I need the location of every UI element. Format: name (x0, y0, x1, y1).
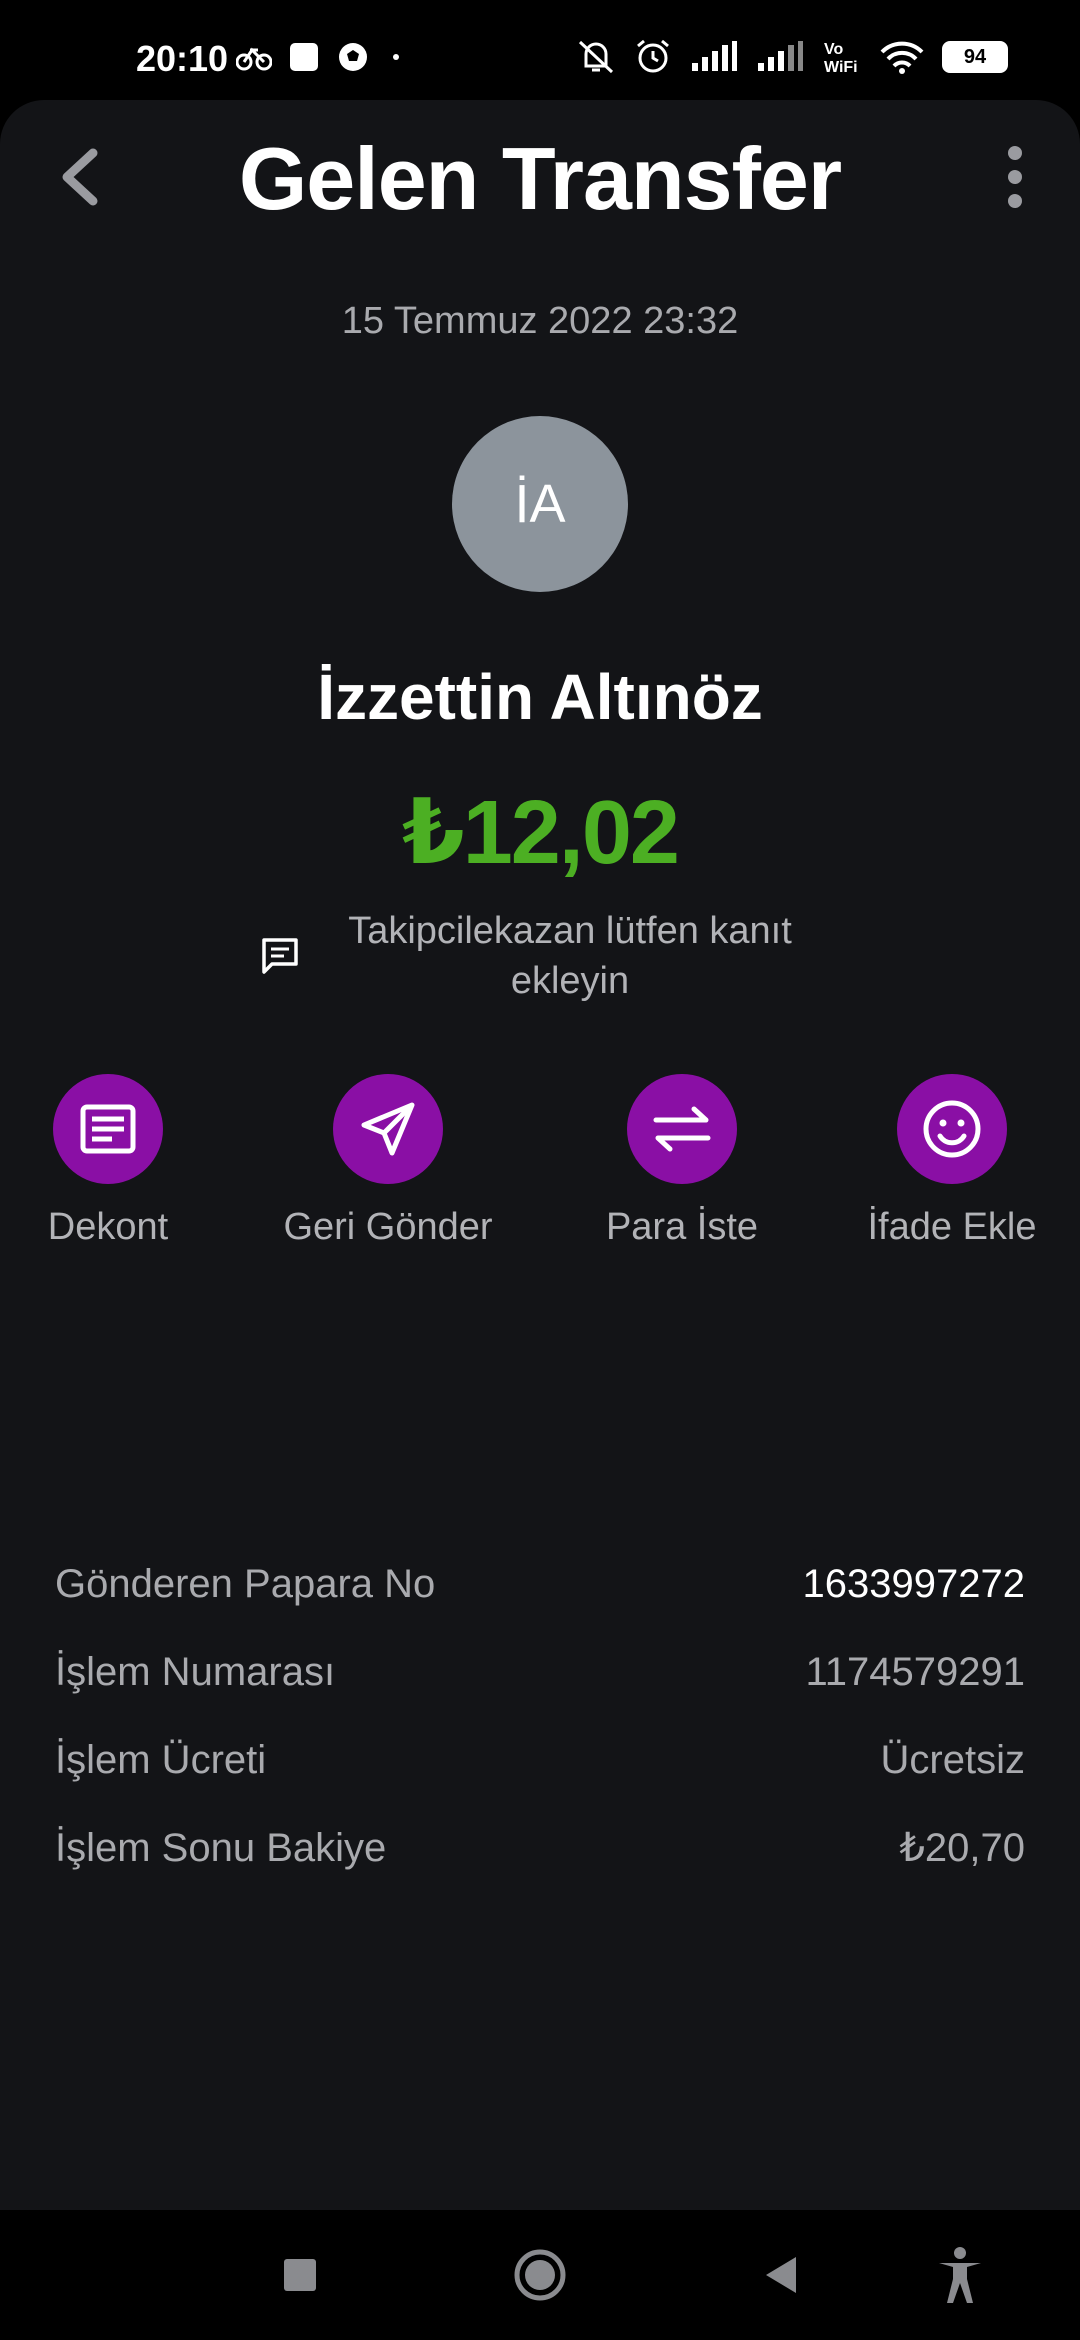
sender-name: İzzettin Altınöz (317, 661, 763, 733)
smiley-icon (923, 1100, 981, 1158)
home-icon (514, 2249, 566, 2301)
accessibility-icon (939, 2247, 981, 2303)
detail-value[interactable]: 1633997272 (803, 1562, 1025, 1607)
detail-label: İşlem Ücreti (55, 1737, 267, 1782)
transaction-note: Takipcilekazan lütfen kanıt ekleyin (348, 910, 792, 1002)
muted-bell-icon (578, 40, 614, 74)
back-nav-button[interactable] (750, 2245, 810, 2305)
navigation-bar (0, 2210, 1080, 2340)
detail-label: İşlem Numarası (55, 1649, 336, 1694)
send-icon (361, 1102, 415, 1156)
vowifi-icon: VoWiFi (824, 41, 858, 76)
wifi-icon (880, 41, 924, 74)
message-icon (262, 938, 298, 974)
receipt-icon (80, 1104, 136, 1154)
detail-row: İşlem Ücreti Ücretsiz (55, 1716, 1025, 1804)
detail-row: Gönderen Papara No 1633997272 (55, 1540, 1025, 1628)
home-button[interactable] (510, 2245, 570, 2305)
transaction-date: 15 Temmuz 2022 23:32 (341, 300, 739, 342)
detail-row: İşlem Sonu Bakiye ₺20,70 (55, 1804, 1025, 1892)
action-label: İfade Ekle (867, 1206, 1037, 1248)
action-label: Dekont (47, 1206, 169, 1248)
header: Gelen Transfer (0, 100, 1080, 260)
more-vertical-icon (1008, 146, 1022, 160)
send-back-action[interactable]: Geri Gönder (278, 1074, 498, 1249)
back-icon (766, 2257, 796, 2293)
avatar: İA (452, 416, 628, 592)
transfer-detail-screen: Gelen Transfer 15 Temmuz 2022 23:32 İA İ… (0, 100, 1080, 2210)
request-money-action[interactable]: Para İste (572, 1074, 792, 1249)
status-right-icons: Vo WiFi 94 (576, 38, 1008, 76)
transfer-amount: ₺12,02 (402, 783, 680, 883)
status-bar: 20:10 Vo WiFi 94 (0, 0, 1080, 100)
detail-value: Ücretsiz (880, 1737, 1025, 1782)
dot-icon (393, 54, 399, 60)
page-title: Gelen Transfer (238, 129, 842, 228)
action-label: Para İste (605, 1206, 759, 1248)
svg-text:Vo: Vo (824, 41, 843, 58)
accessibility-button[interactable] (930, 2245, 990, 2305)
recents-button[interactable] (270, 2245, 330, 2305)
status-left-icons (236, 40, 406, 74)
receipt-action[interactable]: Dekont (0, 1074, 218, 1249)
transaction-details: Gönderen Papara No 1633997272 İşlem Numa… (55, 1540, 1025, 1892)
detail-row: İşlem Numarası 1174579291 (55, 1628, 1025, 1716)
detail-label: Gönderen Papara No (55, 1561, 436, 1606)
soccer-ball-icon (339, 43, 367, 71)
recents-icon (284, 2259, 316, 2291)
svg-text:WiFi: WiFi (824, 59, 858, 76)
swap-icon (653, 1106, 711, 1152)
detail-label: İşlem Sonu Bakiye (55, 1825, 387, 1870)
add-reaction-action[interactable]: İfade Ekle (842, 1074, 1062, 1249)
detail-value: 1174579291 (805, 1649, 1026, 1694)
more-options-button[interactable] (990, 142, 1040, 212)
alarm-icon (637, 39, 669, 73)
bike-icon (236, 47, 272, 71)
detail-value: ₺20,70 (899, 1826, 1025, 1870)
status-time: 20:10 (136, 38, 229, 79)
signal-icon (692, 41, 737, 71)
battery-icon: 94 (942, 41, 1008, 73)
square-app-icon (290, 43, 318, 71)
action-label: Geri Gönder (283, 1206, 493, 1248)
signal-icon (758, 41, 803, 71)
